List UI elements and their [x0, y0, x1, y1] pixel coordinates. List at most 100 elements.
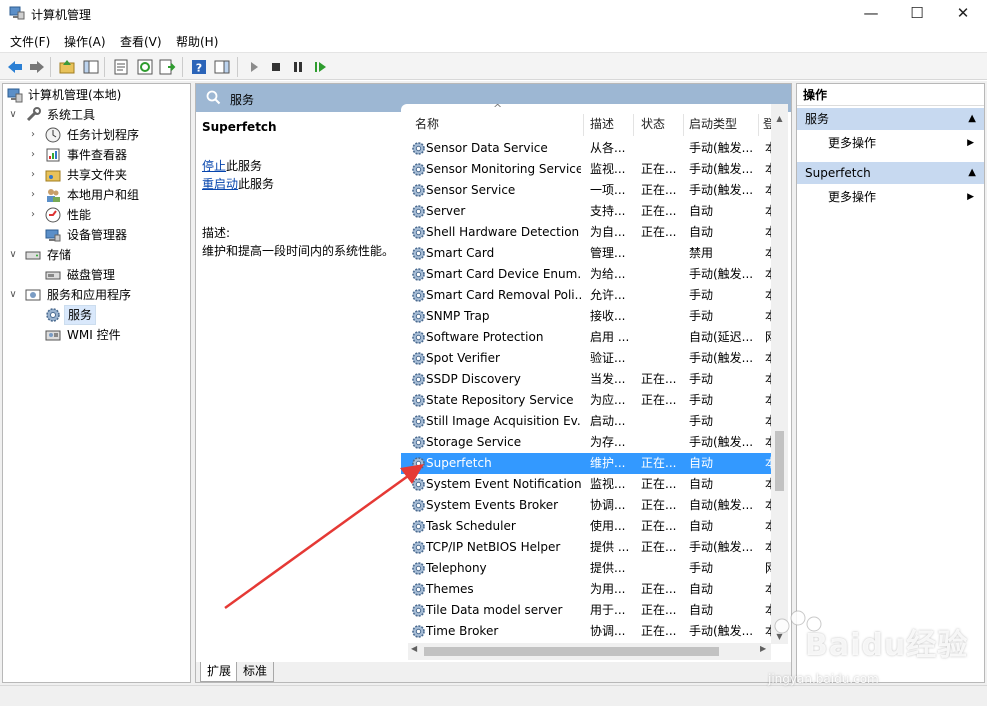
- menu-file[interactable]: 文件(F): [10, 33, 50, 50]
- stop-service-icon[interactable]: [267, 58, 285, 76]
- sort-indicator: ^: [493, 104, 503, 115]
- service-row[interactable]: Themes为用...正在...自动本: [401, 579, 771, 600]
- expand-icon[interactable]: ›: [27, 205, 39, 225]
- column-header-logon[interactable]: 登: [763, 114, 771, 134]
- service-row[interactable]: Sensor Service一项...正在...手动(触发...本: [401, 180, 771, 201]
- horizontal-scrollbar[interactable]: ◀ ▶: [408, 643, 771, 660]
- service-status: 正在...: [641, 603, 677, 617]
- column-header-status[interactable]: 状态: [641, 114, 665, 134]
- service-row[interactable]: Smart Card Removal Poli...允许...手动本: [401, 285, 771, 306]
- scroll-up-icon[interactable]: ▲: [771, 114, 788, 123]
- expand-icon[interactable]: ›: [27, 165, 39, 185]
- close-button[interactable]: ✕: [940, 0, 986, 28]
- service-description: 支持...: [590, 204, 626, 218]
- service-startup-type: 手动(触发...: [689, 624, 754, 638]
- service-name: SNMP Trap: [426, 309, 490, 323]
- service-row[interactable]: State Repository Service为应...正在...手动本: [401, 390, 771, 411]
- menu-help[interactable]: 帮助(H): [176, 33, 218, 50]
- up-folder-icon[interactable]: [58, 58, 76, 76]
- expand-icon[interactable]: ›: [27, 145, 39, 165]
- actions-group-superfetch[interactable]: Superfetch ▲: [797, 162, 984, 184]
- service-row[interactable]: Task Scheduler使用...正在...自动本: [401, 516, 771, 537]
- service-row[interactable]: System Events Broker协调...正在...自动(触发...本: [401, 495, 771, 516]
- vertical-scroll-thumb[interactable]: [775, 431, 784, 491]
- service-row[interactable]: Tile Data model server用于...正在...自动本: [401, 600, 771, 621]
- service-row[interactable]: Telephony提供...手动网: [401, 558, 771, 579]
- service-status: 正在...: [641, 204, 677, 218]
- horizontal-scroll-thumb[interactable]: [424, 647, 719, 656]
- column-header-startup-type[interactable]: 启动类型: [689, 114, 737, 134]
- forward-icon[interactable]: [28, 58, 46, 76]
- service-row[interactable]: Software Protection启用 ...自动(延迟...网: [401, 327, 771, 348]
- expand-icon[interactable]: ›: [27, 185, 39, 205]
- service-gear-icon: [412, 541, 425, 554]
- collapse-icon[interactable]: ∨: [7, 285, 19, 305]
- tab-standard[interactable]: 标准: [236, 662, 275, 682]
- help-icon[interactable]: ?: [190, 58, 208, 76]
- scroll-down-icon[interactable]: ▼: [771, 632, 788, 641]
- service-startup-type: 手动(触发...: [689, 183, 754, 197]
- services-pane: 服务 Superfetch 停止此服务 重启动此服务 描述: 维护和提高一段时间…: [195, 83, 792, 683]
- vertical-scrollbar[interactable]: ▲ ▼: [771, 104, 788, 644]
- restart-service-link[interactable]: 重启动: [202, 177, 238, 191]
- service-name: Smart Card Removal Poli...: [426, 288, 581, 302]
- service-gear-icon: [412, 226, 425, 239]
- collapse-icon[interactable]: ∨: [7, 245, 19, 265]
- service-row[interactable]: Superfetch维护...正在...自动本: [401, 453, 771, 474]
- service-row[interactable]: Still Image Acquisition Ev...启动...手动本: [401, 411, 771, 432]
- service-startup-type: 手动: [689, 309, 714, 323]
- service-row[interactable]: Shell Hardware Detection为自...正在...自动本: [401, 222, 771, 243]
- more-actions-services[interactable]: 更多操作 ▶: [797, 132, 984, 154]
- scroll-left-icon[interactable]: ◀: [411, 644, 417, 653]
- show-hide-tree-icon[interactable]: [82, 58, 100, 76]
- service-row[interactable]: TCP/IP NetBIOS Helper 提供 ... 正在... 手动(触发...…: [401, 537, 771, 558]
- expand-icon[interactable]: ›: [27, 125, 39, 145]
- back-icon[interactable]: [6, 58, 24, 76]
- show-hide-action-pane-icon[interactable]: [213, 58, 231, 76]
- restart-service-icon[interactable]: [311, 58, 329, 76]
- tab-extended[interactable]: 扩展: [200, 662, 239, 682]
- maximize-button[interactable]: ☐: [894, 0, 940, 28]
- minimize-button[interactable]: —: [848, 0, 894, 28]
- service-description: 启用 ...: [590, 330, 630, 344]
- service-description: 当发...: [590, 372, 626, 386]
- service-description: 允许...: [590, 288, 626, 302]
- tree-label: 事件查看器: [67, 148, 128, 162]
- service-row[interactable]: System Event Notification... 监视... 正在... 自动…: [401, 474, 771, 495]
- service-row[interactable]: Spot Verifier验证...手动(触发...本: [401, 348, 771, 369]
- service-row[interactable]: Server支持...正在...自动本: [401, 201, 771, 222]
- collapse-icon[interactable]: ▲: [968, 162, 976, 184]
- service-row[interactable]: Smart Card Device Enum...为给...手动(触发...本: [401, 264, 771, 285]
- export-list-icon[interactable]: [158, 58, 176, 76]
- collapse-icon[interactable]: ∨: [7, 105, 19, 125]
- service-row[interactable]: SSDP Discovery当发...正在...手动本: [401, 369, 771, 390]
- service-row[interactable]: Sensor Data Service从各...手动(触发...本: [401, 138, 771, 159]
- service-row[interactable]: SNMP Trap接收...手动本: [401, 306, 771, 327]
- restart-service-row: 重启动此服务: [202, 175, 274, 192]
- service-description: 为自...: [590, 225, 626, 239]
- service-gear-icon: [412, 604, 425, 617]
- collapse-icon[interactable]: ▲: [968, 108, 976, 130]
- menu-view[interactable]: 查看(V): [120, 33, 162, 50]
- stop-service-link[interactable]: 停止: [202, 159, 226, 173]
- column-header-description[interactable]: 描述: [590, 114, 614, 134]
- properties-icon[interactable]: [112, 58, 130, 76]
- menu-action[interactable]: 操作(A): [64, 33, 106, 50]
- service-row[interactable]: Smart Card管理...禁用本: [401, 243, 771, 264]
- start-service-icon[interactable]: [245, 58, 263, 76]
- service-gear-icon: [412, 163, 425, 176]
- tree-label: 计算机管理(本地): [28, 88, 122, 102]
- service-row[interactable]: Time Broker协调...正在...手动(触发...本: [401, 621, 771, 642]
- column-header-name[interactable]: 名称: [415, 114, 439, 134]
- service-status: 正在...: [641, 624, 677, 638]
- refresh-icon[interactable]: [136, 58, 154, 76]
- service-row[interactable]: Sensor Monitoring Service 监视... 正在... 手动(触发…: [401, 159, 771, 180]
- pause-service-icon[interactable]: [289, 58, 307, 76]
- service-name: Server: [426, 204, 466, 218]
- actions-group-services[interactable]: 服务 ▲: [797, 108, 984, 130]
- more-actions-superfetch[interactable]: 更多操作 ▶: [797, 186, 984, 208]
- service-row[interactable]: Storage Service为存...手动(触发...本: [401, 432, 771, 453]
- service-startup-type: 手动(触发...: [689, 540, 754, 554]
- service-description: 启动...: [590, 414, 626, 428]
- scroll-right-icon[interactable]: ▶: [760, 644, 766, 653]
